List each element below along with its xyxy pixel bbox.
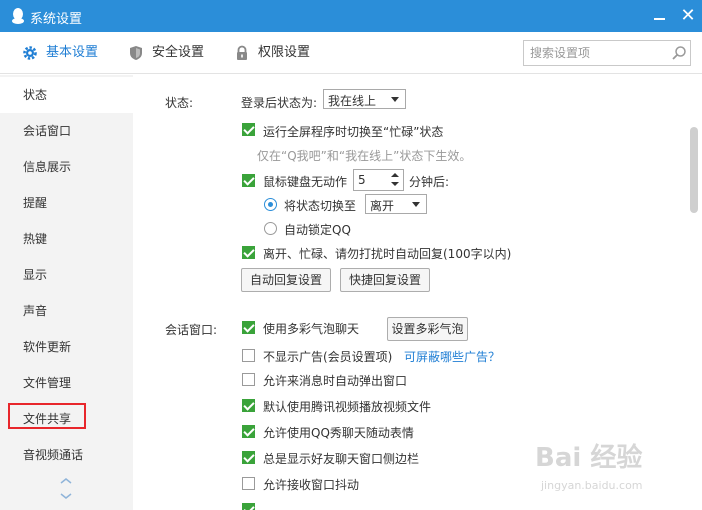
- tab-label: 权限设置: [258, 45, 311, 60]
- tab-basic-settings[interactable]: 基本设置: [22, 32, 102, 74]
- sidebar-item-info-display[interactable]: 信息展示: [0, 149, 133, 185]
- chevron-down-icon: [391, 97, 399, 102]
- fullscreen-busy-checkbox[interactable]: [242, 123, 255, 136]
- login-status-select[interactable]: 我在线上: [323, 89, 406, 109]
- sidebar-item-software-update[interactable]: 软件更新: [0, 329, 133, 365]
- login-status-value: 我在线上: [328, 94, 377, 108]
- chevron-up-icon[interactable]: [391, 173, 399, 177]
- switch-status-value: 离开: [370, 199, 395, 213]
- qq-show-label: 允许使用QQ秀聊天随动表情: [263, 426, 414, 440]
- sidebar-item-sound[interactable]: 声音: [0, 293, 133, 329]
- colorful-bubble-checkbox[interactable]: [242, 321, 255, 334]
- qq-show-checkbox[interactable]: [242, 425, 255, 438]
- sidebar-show-label: 总是显示好友聊天窗口侧边栏: [263, 452, 420, 466]
- idle-minutes-value: 5: [358, 173, 366, 187]
- tencent-video-checkbox[interactable]: [242, 399, 255, 412]
- switch-status-radio[interactable]: [264, 198, 277, 211]
- watermark-text: Bai 经验: [535, 443, 643, 473]
- status-section-label: 状态:: [165, 96, 194, 110]
- sidebar-item-file-management[interactable]: 文件管理: [0, 365, 133, 401]
- session-section-label: 会话窗口:: [165, 323, 218, 337]
- close-button[interactable]: ✕: [678, 6, 698, 26]
- auto-lock-radio[interactable]: [264, 222, 277, 235]
- login-status-label: 登录后状态为:: [241, 96, 318, 110]
- fullscreen-note: 仅在“Q我吧”和“我在线上”状态下生效。: [257, 149, 472, 163]
- partial-checkbox[interactable]: [242, 503, 255, 510]
- sidebar-item-reminder[interactable]: 提醒: [0, 185, 133, 221]
- colorful-bubble-label: 使用多彩气泡聊天: [263, 322, 360, 336]
- hide-ads-label: 不显示广告(会员设置项): [263, 350, 393, 364]
- idle-unit-label: 分钟后:: [409, 175, 450, 189]
- shield-icon: [130, 46, 142, 60]
- set-bubble-button[interactable]: 设置多彩气泡: [387, 317, 468, 341]
- switch-status-select[interactable]: 离开: [365, 194, 427, 214]
- sidebar-item-status[interactable]: 状态: [0, 77, 133, 113]
- switch-status-label: 将状态切换至: [284, 199, 357, 213]
- minimize-button[interactable]: [650, 6, 670, 26]
- vertical-scrollbar[interactable]: [690, 127, 698, 213]
- tab-security-settings[interactable]: 安全设置: [128, 32, 208, 74]
- auto-lock-label: 自动锁定QQ: [284, 223, 351, 237]
- sidebar-item-display[interactable]: 显示: [0, 257, 133, 293]
- auto-reply-label: 离开、忙碌、请勿打扰时自动回复(100字以内): [263, 247, 512, 261]
- gear-icon: [23, 46, 37, 60]
- highlight-box: [8, 403, 86, 429]
- chevron-down-icon[interactable]: [58, 491, 74, 501]
- search-icon[interactable]: [671, 45, 687, 61]
- qq-penguin-icon: [12, 8, 24, 24]
- chevron-up-icon[interactable]: [58, 476, 74, 486]
- chevron-down-icon[interactable]: [391, 182, 399, 186]
- idle-checkbox[interactable]: [242, 174, 255, 187]
- window-title: 系统设置: [30, 12, 83, 27]
- baidu-watermark: Bai 经验 jingyan.baidu.com: [535, 437, 685, 497]
- quick-reply-settings-button[interactable]: 快捷回复设置: [340, 268, 430, 292]
- lock-icon: [237, 45, 247, 60]
- settings-sidebar: 状态 会话窗口 信息展示 提醒 热键 显示 声音 软件更新 文件管理 文件共享 …: [0, 75, 133, 510]
- window-shake-checkbox[interactable]: [242, 477, 255, 490]
- idle-label: 鼠标键盘无动作: [263, 175, 348, 189]
- sidebar-show-checkbox[interactable]: [242, 451, 255, 464]
- fullscreen-busy-label: 运行全屏程序时切换至“忙碌”状态: [263, 125, 444, 139]
- auto-reply-settings-button[interactable]: 自动回复设置: [241, 268, 331, 292]
- title-bar: 系统设置 ✕: [0, 0, 702, 32]
- sidebar-item-session-window[interactable]: 会话窗口: [0, 113, 133, 149]
- tencent-video-label: 默认使用腾讯视频播放视频文件: [263, 400, 432, 414]
- hide-ads-checkbox[interactable]: [242, 349, 255, 362]
- idle-minutes-stepper[interactable]: 5: [353, 169, 404, 191]
- tab-label: 基本设置: [46, 45, 99, 60]
- window-shake-label: 允许接收窗口抖动: [263, 478, 360, 492]
- search-box: [523, 40, 691, 66]
- auto-reply-checkbox[interactable]: [242, 246, 255, 259]
- sidebar-item-av-call[interactable]: 音视频通话: [0, 437, 133, 473]
- sidebar-item-hotkeys[interactable]: 热键: [0, 221, 133, 257]
- tab-label: 安全设置: [152, 45, 205, 60]
- watermark-url: jingyan.baidu.com: [541, 479, 643, 492]
- auto-popup-checkbox[interactable]: [242, 373, 255, 386]
- auto-popup-label: 允许来消息时自动弹出窗口: [263, 374, 408, 388]
- search-input[interactable]: [530, 44, 660, 62]
- tab-permission-settings[interactable]: 权限设置: [234, 32, 314, 74]
- ad-info-link[interactable]: 可屏蔽哪些广告？: [404, 348, 500, 365]
- chevron-down-icon: [412, 202, 420, 207]
